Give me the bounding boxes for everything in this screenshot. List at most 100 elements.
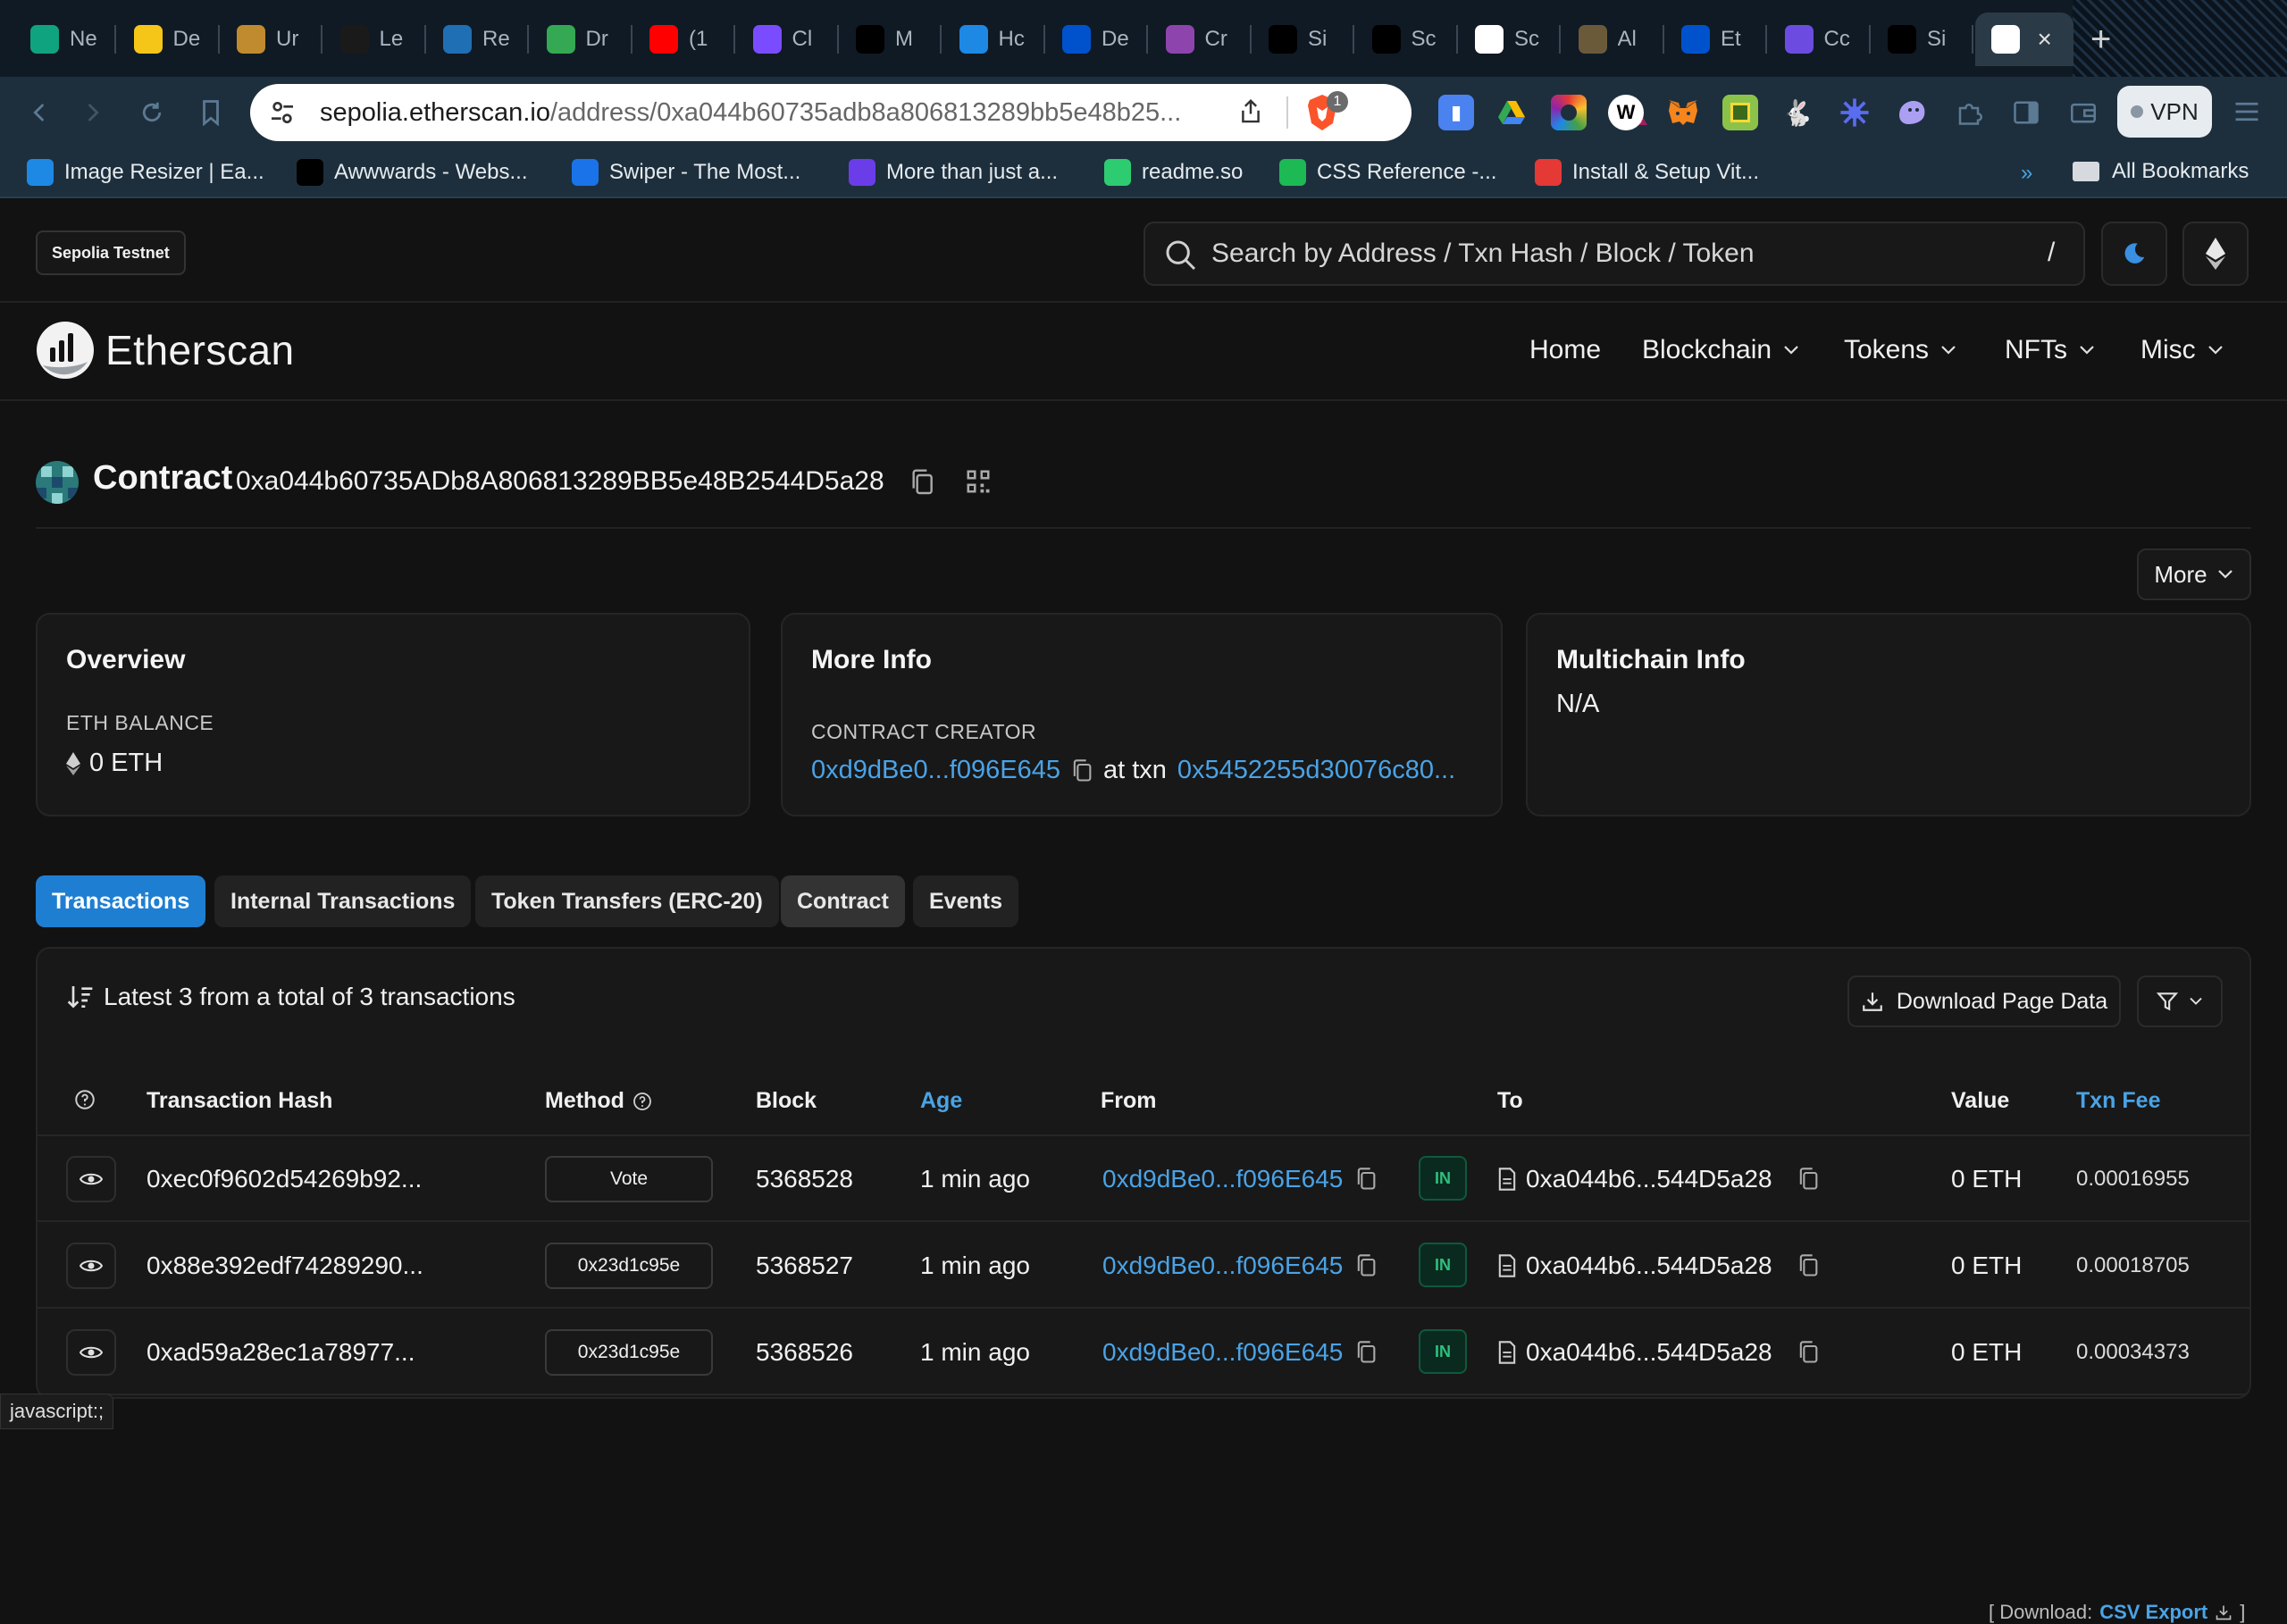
browser-tab[interactable]: Sc xyxy=(1356,13,1458,66)
all-bookmarks-button[interactable]: All Bookmarks xyxy=(2073,159,2249,184)
from-address-link[interactable]: 0xd9dBe0...f096E645 xyxy=(1102,1165,1343,1193)
preview-button[interactable] xyxy=(66,1329,116,1376)
block-link[interactable]: 5368526 xyxy=(756,1331,853,1374)
transaction-hash-link[interactable]: 0xad59a28ec1a78977... xyxy=(147,1331,415,1374)
bookmark-item[interactable]: Swiper - The Most... xyxy=(572,159,800,186)
csv-export-link[interactable]: CSV Export xyxy=(2099,1601,2207,1624)
more-dropdown-button[interactable]: More xyxy=(2137,548,2251,600)
browser-tab[interactable]: Le xyxy=(324,13,426,66)
copy-icon[interactable] xyxy=(1797,1340,1819,1365)
tab-transactions[interactable]: Transactions xyxy=(36,875,206,927)
network-badge[interactable]: Sepolia Testnet xyxy=(36,230,186,275)
nav-misc[interactable]: Misc xyxy=(2140,335,2224,365)
browser-tab[interactable]: Cc xyxy=(1769,13,1871,66)
ghost-extension-icon[interactable] xyxy=(1894,95,1930,130)
vpn-button[interactable]: VPN xyxy=(2117,86,2212,138)
browser-tab[interactable]: Cr xyxy=(1150,13,1252,66)
copy-icon[interactable] xyxy=(1797,1167,1819,1192)
search-input[interactable] xyxy=(1211,225,1998,282)
preview-button[interactable] xyxy=(66,1156,116,1202)
url-text[interactable]: sepolia.etherscan.io/address/0xa044b6073… xyxy=(320,98,1213,128)
copy-icon[interactable] xyxy=(909,468,934,497)
help-column-header[interactable] xyxy=(73,1088,96,1111)
reload-button[interactable] xyxy=(134,95,170,130)
theme-toggle-button[interactable] xyxy=(2101,222,2167,286)
creator-address-link[interactable]: 0xd9dBe0...f096E645 xyxy=(811,756,1060,785)
share-icon[interactable] xyxy=(1237,97,1264,126)
block-link[interactable]: 5368527 xyxy=(756,1244,853,1287)
transaction-hash-link[interactable]: 0x88e392edf74289290... xyxy=(147,1244,423,1287)
nav-blockchain[interactable]: Blockchain xyxy=(1642,335,1800,365)
sidebar-toggle-icon[interactable] xyxy=(2008,95,2044,130)
browser-tab[interactable]: Cl xyxy=(737,13,839,66)
gear-extension-icon[interactable] xyxy=(1837,95,1872,130)
browser-tab[interactable]: Sc xyxy=(1459,13,1561,66)
bookmark-item[interactable]: Image Resizer | Ea... xyxy=(27,159,264,186)
map-extension-icon[interactable] xyxy=(1722,95,1758,130)
tab-internal-transactions[interactable]: Internal Transactions xyxy=(214,875,472,927)
bookmark-item[interactable]: readme.so xyxy=(1104,159,1243,186)
wallet-icon[interactable] xyxy=(2065,95,2101,130)
transaction-hash-link[interactable]: 0xec0f9602d54269b92... xyxy=(147,1158,422,1201)
bookmark-item[interactable]: Install & Setup Vit... xyxy=(1535,159,1759,186)
browser-tab[interactable]: De xyxy=(118,13,220,66)
from-address-link[interactable]: 0xd9dBe0...f096E645 xyxy=(1102,1251,1343,1280)
nav-home[interactable]: Home xyxy=(1529,335,1601,365)
back-button[interactable] xyxy=(21,95,57,130)
rabbit-extension-icon[interactable]: 🐇 xyxy=(1780,95,1815,130)
close-icon[interactable]: × xyxy=(2038,25,2052,54)
docs-extension-icon[interactable]: ▮ xyxy=(1438,95,1474,130)
block-link[interactable]: 5368528 xyxy=(756,1158,853,1201)
nav-tokens[interactable]: Tokens xyxy=(1844,335,1957,365)
method-badge[interactable]: 0x23d1c95e xyxy=(545,1329,713,1376)
forward-button[interactable] xyxy=(75,95,111,130)
bookmark-page-button[interactable] xyxy=(193,95,229,130)
address-bar[interactable]: sepolia.etherscan.io/address/0xa044b6073… xyxy=(250,84,1647,141)
from-address-link[interactable]: 0xd9dBe0...f096E645 xyxy=(1102,1338,1343,1367)
browser-tab[interactable]: M xyxy=(840,13,942,66)
tab-token-transfers-erc-20[interactable]: Token Transfers (ERC-20) xyxy=(475,875,779,927)
w-extension-icon[interactable]: W xyxy=(1608,95,1644,130)
creation-txn-link[interactable]: 0x5452255d30076c80... xyxy=(1177,756,1455,785)
search-box[interactable]: / xyxy=(1144,222,2085,286)
bookmark-item[interactable]: Awwwards - Webs... xyxy=(297,159,528,186)
site-settings-icon[interactable] xyxy=(268,98,297,127)
copy-icon[interactable] xyxy=(1071,758,1093,783)
download-page-data-button[interactable]: Download Page Data xyxy=(1847,975,2121,1027)
method-badge[interactable]: 0x23d1c95e xyxy=(545,1243,713,1289)
copy-icon[interactable] xyxy=(1355,1167,1377,1192)
copy-icon[interactable] xyxy=(1355,1253,1377,1278)
tab-events[interactable]: Events xyxy=(913,875,1018,927)
metamask-fox-icon[interactable] xyxy=(1665,95,1701,130)
drive-extension-icon[interactable] xyxy=(1494,95,1529,130)
browser-tab[interactable]: Ne xyxy=(14,13,116,66)
column-header-age[interactable]: Age xyxy=(920,1088,962,1114)
nav-nfts[interactable]: NFTs xyxy=(2005,335,2096,365)
tab-contract[interactable]: Contract xyxy=(781,875,905,927)
bookmark-item[interactable]: CSS Reference -... xyxy=(1279,159,1496,186)
color-picker-extension-icon[interactable] xyxy=(1551,95,1587,130)
browser-tab[interactable]: (1 xyxy=(633,13,735,66)
menu-icon[interactable] xyxy=(2233,100,2260,123)
help-circle-icon[interactable] xyxy=(632,1091,653,1112)
browser-tab[interactable]: Dr xyxy=(531,13,632,66)
browser-tab[interactable]: Re xyxy=(427,13,529,66)
method-badge[interactable]: Vote xyxy=(545,1156,713,1202)
filter-button[interactable] xyxy=(2137,975,2223,1027)
browser-tab[interactable]: Si xyxy=(1252,13,1354,66)
preview-button[interactable] xyxy=(66,1243,116,1289)
column-header-txn-fee[interactable]: Txn Fee xyxy=(2076,1088,2160,1114)
copy-icon[interactable] xyxy=(1797,1253,1819,1278)
browser-tab[interactable]: Si xyxy=(1872,13,1973,66)
puzzle-extensions-icon[interactable] xyxy=(1951,95,1987,130)
new-tab-button[interactable]: + xyxy=(2090,20,2111,60)
network-switch-button[interactable] xyxy=(2182,222,2249,286)
etherscan-logo[interactable]: Etherscan xyxy=(36,321,295,380)
qr-code-icon[interactable] xyxy=(965,468,992,495)
bookmarks-overflow-button[interactable]: » xyxy=(2021,161,2032,186)
bookmark-item[interactable]: More than just a... xyxy=(849,159,1058,186)
browser-tab[interactable]: Al xyxy=(1562,13,1664,66)
browser-tab[interactable]: Ur xyxy=(221,13,323,66)
browser-tab[interactable]: Hc xyxy=(943,13,1045,66)
browser-tab[interactable]: De xyxy=(1046,13,1148,66)
